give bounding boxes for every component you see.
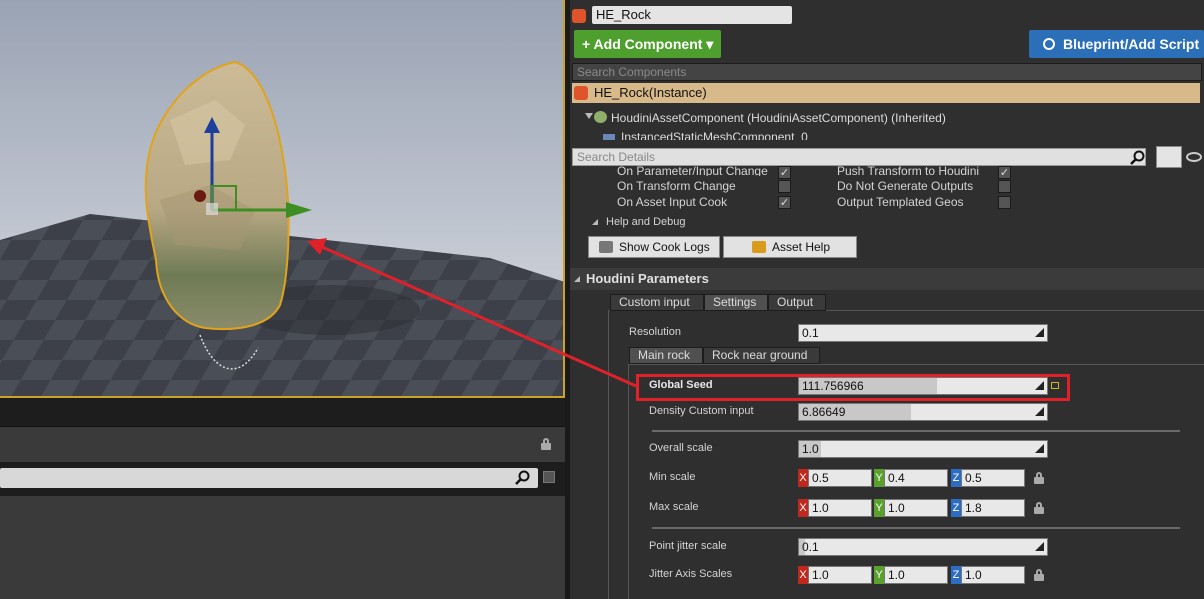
checkbox-push-transform[interactable]: ✓ xyxy=(998,166,1011,179)
viewport-scene xyxy=(0,0,563,396)
houdini-icon xyxy=(574,86,588,100)
max-scale-z-field[interactable]: 1.8 xyxy=(961,499,1025,517)
show-cook-logs-label: Show Cook Logs xyxy=(619,240,710,254)
property-matrix-icon[interactable] xyxy=(1156,146,1182,168)
overall-scale-value: 1.0 xyxy=(802,442,819,456)
axis-z-tag: Z xyxy=(951,499,961,517)
add-component-button[interactable]: + Add Component ▾ xyxy=(574,30,721,58)
jitter-y-field[interactable]: 1.0 xyxy=(884,566,948,584)
option-label-asset-input-cook: On Asset Input Cook xyxy=(617,195,728,209)
component-item-houdini[interactable]: HoudiniAssetComponent (HoudiniAssetCompo… xyxy=(611,111,946,125)
houdini-icon xyxy=(572,9,586,23)
houdini-parameters-category[interactable]: Houdini Parameters xyxy=(570,268,1204,290)
axis-x-tag: X xyxy=(798,499,808,517)
eye-icon[interactable] xyxy=(1186,152,1202,162)
component-root-label: HE_Rock(Instance) xyxy=(594,85,707,100)
component-root-item[interactable]: HE_Rock(Instance) xyxy=(572,83,1200,103)
tab-settings[interactable]: Settings xyxy=(704,294,768,311)
search-components-input[interactable]: Search Components xyxy=(572,63,1202,81)
checkbox-transform-change[interactable] xyxy=(778,180,791,193)
jitter-z-field[interactable]: 1.0 xyxy=(961,566,1025,584)
max-scale-y-field[interactable]: 1.0 xyxy=(884,499,948,517)
max-scale-label: Max scale xyxy=(649,501,699,513)
subtab-main-rock[interactable]: Main rock xyxy=(629,347,703,364)
density-slider[interactable]: 6.86649 xyxy=(798,403,1048,421)
resolution-label: Resolution xyxy=(629,326,681,338)
min-scale-label: Min scale xyxy=(649,471,696,483)
mesh-icon xyxy=(603,134,615,140)
gears-icon xyxy=(1043,38,1055,50)
checkbox-asset-input-cook[interactable]: ✓ xyxy=(778,196,791,209)
option-label-templated-geos: Output Templated Geos xyxy=(837,195,964,209)
blueprint-label: Blueprint/Add Script xyxy=(1063,36,1200,52)
jitter-x-field[interactable]: 1.0 xyxy=(808,566,872,584)
resolution-field[interactable]: 0.1 xyxy=(798,324,1048,342)
expand-corner-icon xyxy=(1035,407,1044,416)
asset-help-label: Asset Help xyxy=(772,240,831,254)
overall-scale-slider[interactable]: 1.0 xyxy=(798,440,1048,458)
help-icon xyxy=(752,241,766,253)
show-cook-logs-button[interactable]: Show Cook Logs xyxy=(588,236,720,258)
min-scale-y-field[interactable]: 0.4 xyxy=(884,469,948,487)
separator xyxy=(652,430,1180,432)
axis-y-tag: Y xyxy=(874,469,884,487)
actor-name-field[interactable]: HE_Rock xyxy=(592,6,792,24)
search-icon[interactable] xyxy=(1130,150,1146,166)
overall-scale-label: Overall scale xyxy=(649,442,713,454)
checkbox-param-input-change[interactable]: ✓ xyxy=(778,166,791,179)
axis-x-tag: X xyxy=(798,469,808,487)
axis-z-tag: Z xyxy=(951,469,961,487)
asset-help-button[interactable]: Asset Help xyxy=(723,236,857,258)
blueprint-add-script-button[interactable]: Blueprint/Add Script xyxy=(1029,30,1204,58)
axis-z-tag: Z xyxy=(951,566,961,584)
annotation-highlight-box xyxy=(636,374,1070,401)
option-label-transform-change: On Transform Change xyxy=(617,179,736,193)
lock-icon[interactable] xyxy=(1034,472,1044,484)
point-jitter-scale-value: 0.1 xyxy=(802,540,819,554)
jitter-axis-scales-label: Jitter Axis Scales xyxy=(649,568,733,580)
tab-custom-input[interactable]: Custom input xyxy=(610,294,704,311)
lock-icon[interactable] xyxy=(1034,502,1044,514)
separator xyxy=(652,527,1180,529)
help-debug-title[interactable]: Help and Debug xyxy=(606,216,686,228)
expand-corner-icon xyxy=(1035,328,1044,337)
option-label-push-transform: Push Transform to Houdini xyxy=(837,164,980,176)
bottom-search-input[interactable] xyxy=(0,468,538,488)
component-item-ism[interactable]: InstancedStaticMeshComponent_0 xyxy=(621,130,808,140)
collapse-arrow-icon[interactable] xyxy=(592,219,598,225)
collapse-arrow-icon xyxy=(574,276,580,282)
search-icon[interactable] xyxy=(515,470,531,486)
tab-output[interactable]: Output xyxy=(768,294,826,311)
resolution-value: 0.1 xyxy=(802,326,819,340)
log-icon xyxy=(599,241,613,253)
density-value: 6.86649 xyxy=(802,405,846,419)
lock-icon[interactable] xyxy=(541,438,551,450)
checkbox-templated-geos[interactable] xyxy=(998,196,1011,209)
expand-corner-icon xyxy=(1035,444,1044,453)
axis-x-tag: X xyxy=(798,566,808,584)
option-label-param-input-change: On Parameter/Input Change xyxy=(617,164,768,176)
houdini-parameters-title: Houdini Parameters xyxy=(586,271,709,286)
expand-arrow-icon[interactable] xyxy=(585,113,593,119)
level-viewport[interactable] xyxy=(0,0,565,398)
save-icon[interactable] xyxy=(543,471,555,483)
point-jitter-scale-label: Point jitter scale xyxy=(649,540,727,552)
axis-y-tag: Y xyxy=(874,566,884,584)
density-label: Density Custom input xyxy=(649,405,754,417)
bottom-toolbar xyxy=(0,426,565,462)
min-scale-z-field[interactable]: 0.5 xyxy=(961,469,1025,487)
min-scale-x-field[interactable]: 0.5 xyxy=(808,469,872,487)
lock-icon[interactable] xyxy=(1034,569,1044,581)
expand-corner-icon xyxy=(1035,542,1044,551)
component-icon xyxy=(594,111,607,123)
bottom-content xyxy=(0,496,565,599)
checkbox-no-outputs[interactable] xyxy=(998,180,1011,193)
bottom-panel xyxy=(0,398,565,599)
axis-y-tag: Y xyxy=(874,499,884,517)
max-scale-x-field[interactable]: 1.0 xyxy=(808,499,872,517)
point-jitter-scale-slider[interactable]: 0.1 xyxy=(798,538,1048,556)
details-panel: HE_Rock + Add Component ▾ Blueprint/Add … xyxy=(570,0,1204,599)
subtab-rock-near-ground[interactable]: Rock near ground xyxy=(703,347,820,364)
option-label-no-outputs: Do Not Generate Outputs xyxy=(837,179,974,193)
